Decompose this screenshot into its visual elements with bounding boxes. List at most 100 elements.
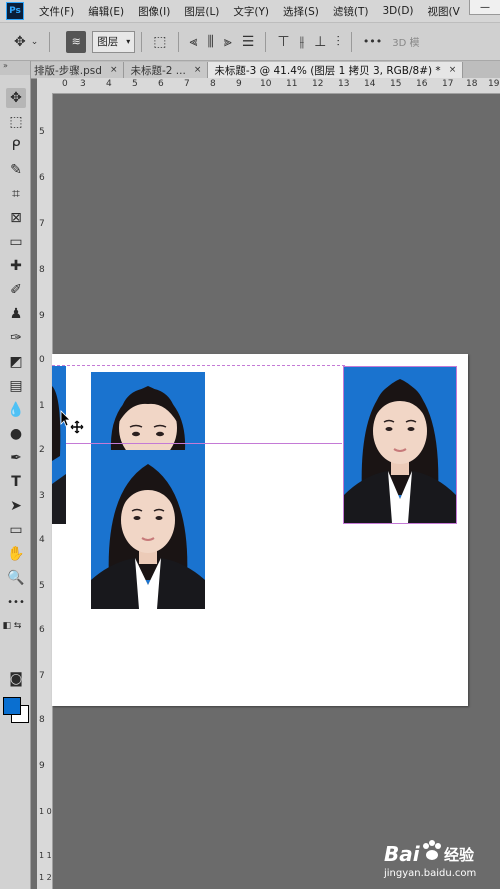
menu-view[interactable]: 视图(V — [428, 4, 460, 19]
toolbar-collapse-icon[interactable]: » — [0, 61, 30, 75]
mouse-cursor-icon — [60, 410, 84, 434]
crop-tool-icon[interactable]: ⌗ — [6, 184, 26, 204]
type-tool-icon[interactable]: T — [6, 472, 26, 492]
menu-type[interactable]: 文字(Y) — [233, 4, 269, 19]
quick-selection-tool-icon[interactable]: ✎ — [6, 160, 26, 180]
divider — [265, 31, 267, 52]
ruler-tick-label: 5 — [39, 581, 45, 591]
ruler-tick-label: 13 — [338, 79, 350, 89]
path-selection-tool-icon[interactable]: ➤ — [6, 496, 26, 516]
horizontal-ruler[interactable]: 0 3 4 5 6 7 8 9 10 11 12 13 14 15 16 17 … — [52, 78, 500, 94]
chevron-down-icon: ▾ — [126, 37, 131, 46]
edit-toolbar-icon[interactable]: ••• — [6, 592, 26, 612]
layer-select-value: 图层 — [97, 36, 119, 48]
baidu-jingyan-text: 经验 — [444, 846, 475, 864]
pen-tool-icon[interactable]: ✒ — [6, 448, 26, 468]
id-photo-image — [52, 366, 66, 524]
ruler-tick-label: 9 — [236, 79, 242, 89]
tab-document-2[interactable]: 未标题-2 ... × — [124, 62, 209, 78]
close-icon[interactable]: × — [449, 65, 457, 75]
zoom-tool-icon[interactable]: 🔍 — [6, 568, 26, 588]
brush-tool-icon[interactable]: ✐ — [6, 280, 26, 300]
menu-bar: Ps 文件(F) 编辑(E) 图像(I) 图层(L) 文字(Y) 选择(S) 滤… — [0, 0, 500, 23]
lasso-tool-icon[interactable]: ᑭ — [6, 136, 26, 156]
ruler-tick-label: 7 — [39, 219, 45, 229]
ruler-tick-label: 9 — [39, 311, 45, 321]
ruler-tick-label: 6 — [158, 79, 164, 89]
blur-tool-icon[interactable]: 💧 — [6, 400, 26, 420]
ruler-tick-label: 19 — [488, 79, 500, 89]
ruler-tick-label: 5 — [132, 79, 138, 89]
auto-select-layer-icon[interactable]: ≋ — [66, 30, 87, 53]
ruler-tick-label: 1 0 — [39, 807, 52, 816]
distribute-vertical-icon[interactable]: ⫶ — [336, 34, 340, 50]
frame-tool-icon[interactable]: ⊠ — [6, 208, 26, 228]
ruler-tick-label: 15 — [390, 79, 402, 89]
marquee-tool-icon[interactable]: ⬚ — [6, 112, 26, 132]
menu-layer[interactable]: 图层(L) — [184, 4, 219, 19]
close-icon[interactable]: × — [194, 65, 202, 75]
id-photo-image — [91, 372, 205, 450]
history-brush-tool-icon[interactable]: ✑ — [6, 328, 26, 348]
move-icon[interactable]: ✥ — [14, 34, 26, 50]
vertical-ruler[interactable]: 5 6 7 8 9 0 1 2 3 4 5 6 7 8 9 1 0 1 1 1 … — [37, 93, 53, 889]
more-options-button[interactable]: ••• — [363, 35, 382, 48]
dodge-tool-icon[interactable]: ● — [6, 424, 26, 444]
tab-document-1[interactable]: 排版-步骤.psd × — [30, 62, 125, 78]
ruler-tick-label: 7 — [184, 79, 190, 89]
clone-stamp-tool-icon[interactable]: ♟ — [6, 304, 26, 324]
options-bar: ✥ ⌄ ≋ 图层 ▾ ⬚ ⫷ ⫼ ⫸ ☰ ⊤ ⫲ ⊥ ⫶ ••• 3D 模 — [0, 23, 500, 61]
align-bottom-icon[interactable]: ⊥ — [314, 34, 326, 50]
ruler-origin[interactable] — [37, 78, 53, 94]
id-photo-partial-left[interactable] — [52, 366, 66, 524]
menu-3d[interactable]: 3D(D) — [382, 5, 413, 17]
id-photo-right[interactable] — [343, 366, 457, 524]
ruler-tick-label: 5 — [39, 127, 45, 137]
ruler-tick-label: 7 — [39, 671, 45, 681]
foreground-color-swatch[interactable] — [3, 697, 21, 715]
move-tool-icon[interactable]: ✥ — [6, 88, 26, 108]
menu-edit[interactable]: 编辑(E) — [88, 4, 124, 19]
align-top-icon[interactable]: ⊤ — [277, 34, 289, 50]
distribute-icon[interactable]: ☰ — [242, 34, 255, 50]
align-horizontal-center-icon[interactable]: ⫼ — [207, 34, 213, 50]
ruler-tick-label: 10 — [260, 79, 272, 89]
id-photo-image — [91, 450, 205, 609]
default-colors-icon[interactable]: ◧ ⇆ — [2, 616, 22, 636]
healing-brush-tool-icon[interactable]: ✚ — [6, 256, 26, 276]
menu-image[interactable]: 图像(I) — [138, 4, 170, 19]
ruler-tool-icon[interactable]: ▭ — [6, 232, 26, 252]
window-minimize-button[interactable]: — — [469, 0, 500, 15]
ruler-tick-label: 0 — [62, 79, 68, 89]
ruler-tick-label: 2 — [39, 445, 45, 455]
rectangle-tool-icon[interactable]: ▭ — [6, 520, 26, 540]
layer-select-dropdown[interactable]: 图层 ▾ — [92, 30, 136, 53]
tab-document-3[interactable]: 未标题-3 @ 41.4% (图层 1 拷贝 3, RGB/8#) * × — [208, 62, 464, 78]
ruler-tick-label: 8 — [210, 79, 216, 89]
hand-tool-icon[interactable]: ✋ — [6, 544, 26, 564]
align-vertical-center-icon[interactable]: ⫲ — [300, 34, 305, 50]
menu-select[interactable]: 选择(S) — [283, 4, 319, 19]
eraser-tool-icon[interactable]: ◩ — [6, 352, 26, 372]
id-photo-full-lower[interactable] — [91, 450, 205, 609]
close-icon[interactable]: × — [110, 65, 118, 75]
menu-file[interactable]: 文件(F) — [39, 4, 74, 19]
ruler-tick-label: 6 — [39, 625, 45, 635]
baidu-watermark: Bai 经验 jingyan.baidu.com — [384, 838, 494, 882]
ruler-tick-label: 1 — [39, 401, 45, 411]
align-right-icon[interactable]: ⫸ — [224, 34, 232, 50]
chevron-down-icon[interactable]: ⌄ — [31, 37, 39, 47]
ruler-tick-label: 0 — [39, 355, 45, 365]
gradient-tool-icon[interactable]: ▤ — [6, 376, 26, 396]
menu-filter[interactable]: 滤镜(T) — [333, 4, 369, 19]
ruler-tick-label: 1 1 — [39, 851, 52, 860]
ruler-tick-label: 3 — [39, 491, 45, 501]
ruler-tick-label: 14 — [364, 79, 376, 89]
ruler-tick-label: 6 — [39, 173, 45, 183]
smart-guide-dashed — [52, 365, 345, 366]
align-left-icon[interactable]: ⫷ — [190, 34, 198, 50]
id-photo-cropped-top[interactable] — [91, 372, 205, 450]
quick-mask-icon[interactable]: ◙ — [6, 669, 26, 689]
show-transform-controls-icon[interactable]: ⬚ — [153, 34, 166, 50]
ruler-tick-label: 8 — [39, 265, 45, 275]
